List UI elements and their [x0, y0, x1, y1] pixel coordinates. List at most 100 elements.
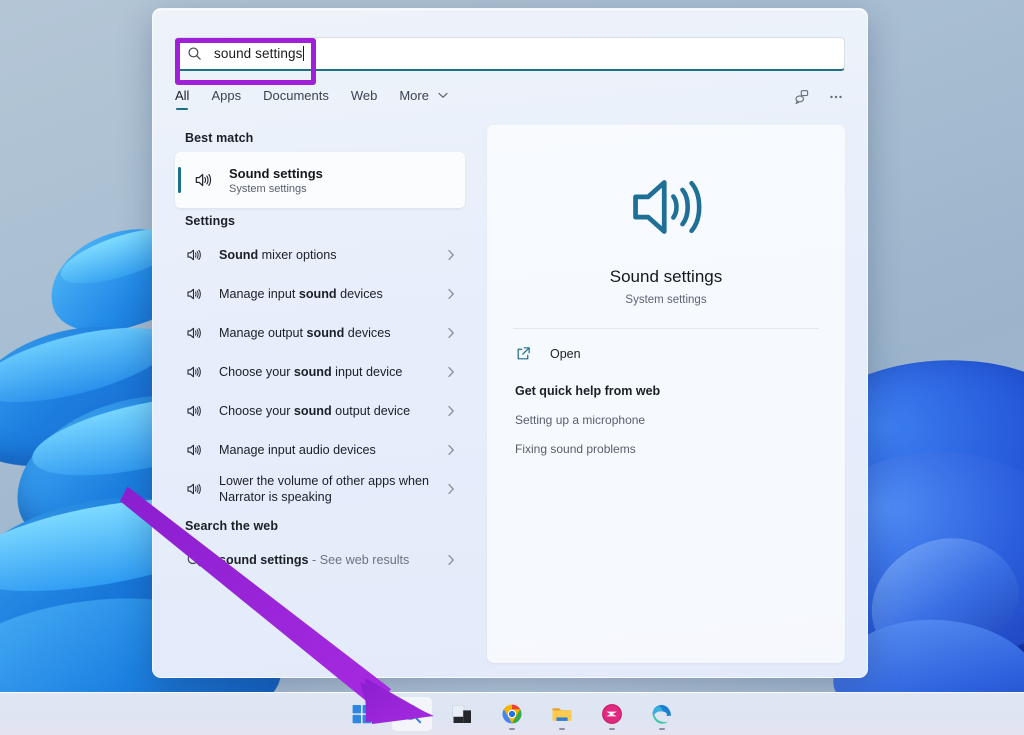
settings-result-label: Manage input sound devices	[219, 286, 445, 302]
search-button[interactable]	[392, 697, 432, 731]
label-suffix: input device	[331, 364, 403, 379]
best-match-result[interactable]: Sound settings System settings	[175, 152, 465, 208]
settings-result-row[interactable]: Choose your sound input device	[175, 352, 465, 391]
settings-result-row[interactable]: Lower the volume of other apps when Narr…	[175, 469, 465, 509]
label-suffix: output device	[331, 403, 411, 418]
windows-logo-icon	[352, 705, 371, 724]
feedback-icon[interactable]	[793, 88, 811, 106]
more-options-icon[interactable]	[827, 88, 845, 106]
settings-result-label: Choose your sound output device	[219, 403, 445, 419]
web-result-row[interactable]: sound settings - See web results	[175, 540, 465, 579]
search-panel-actions	[793, 88, 845, 113]
edge-icon	[652, 705, 671, 724]
settings-result-label: Lower the volume of other apps when Narr…	[219, 473, 445, 505]
settings-result-row[interactable]: Manage input sound devices	[175, 274, 465, 313]
edge-button[interactable]	[642, 697, 682, 731]
taskbar	[0, 692, 1024, 735]
tab-all[interactable]: All	[175, 88, 189, 110]
best-match-text: Sound settings System settings	[229, 166, 323, 195]
settings-result-label: Sound mixer options	[219, 247, 445, 263]
running-indicator	[659, 727, 665, 730]
external-link-icon	[517, 347, 530, 360]
speaker-icon	[195, 173, 212, 187]
tab-all-label: All	[175, 88, 190, 103]
open-label: Open	[550, 346, 581, 361]
speaker-icon	[187, 249, 201, 260]
tab-apps-label: Apps	[211, 88, 242, 103]
running-indicator	[559, 727, 565, 730]
settings-result-label: Choose your sound input device	[219, 364, 445, 380]
label-prefix: Choose your	[219, 364, 294, 379]
chrome-icon	[502, 704, 522, 724]
search-icon	[402, 704, 422, 724]
label-suffix: mixer options	[258, 247, 337, 262]
text-caret	[303, 46, 305, 61]
tab-web[interactable]: Web	[351, 88, 378, 110]
windows-search-panel: sound settings All Apps Documents Web Mo…	[152, 8, 868, 678]
best-match-title: Sound settings	[229, 165, 323, 181]
search-filter-tabs: All Apps Documents Web More	[153, 71, 867, 113]
chevron-right-icon	[448, 554, 454, 565]
settings-result-row[interactable]: Sound mixer options	[175, 235, 465, 274]
chevron-down-icon	[437, 92, 448, 99]
help-link-microphone[interactable]: Setting up a microphone	[513, 398, 819, 427]
search-results-body: Best match Sound settings System setting…	[153, 113, 867, 677]
chrome-button[interactable]	[492, 697, 532, 731]
search-input-value: sound settings	[214, 46, 303, 61]
label-match: sound	[306, 325, 345, 340]
tab-documents[interactable]: Documents	[263, 88, 329, 110]
label-match: sound	[298, 286, 337, 301]
best-match-heading: Best match	[185, 131, 254, 145]
speaker-icon	[633, 180, 702, 234]
task-view-button[interactable]	[442, 697, 482, 731]
open-action[interactable]: Open	[513, 329, 819, 378]
preview-card: Sound settings System settings Open Get …	[487, 125, 845, 663]
settings-results-list: Sound mixer options Manage input sound de…	[175, 235, 465, 509]
task-view-icon	[452, 705, 471, 723]
start-button[interactable]	[342, 697, 382, 731]
tab-apps[interactable]: Apps	[211, 88, 241, 110]
search-input[interactable]: sound settings	[175, 37, 845, 71]
tab-documents-label: Documents	[263, 88, 329, 103]
speaker-icon	[187, 288, 201, 299]
preview-subtitle: System settings	[625, 294, 707, 306]
chevron-right-icon	[448, 366, 454, 377]
label-match: sound	[293, 364, 332, 379]
best-match-subtitle: System settings	[229, 182, 307, 195]
chevron-right-icon	[448, 327, 454, 338]
label-suffix: devices	[336, 286, 383, 301]
chevron-right-icon	[448, 444, 454, 455]
app-pink-button[interactable]	[592, 697, 632, 731]
settings-heading: Settings	[185, 214, 236, 228]
label-suffix: devices	[344, 325, 391, 340]
chevron-right-icon	[448, 405, 454, 416]
settings-result-row[interactable]: Manage output sound devices	[175, 313, 465, 352]
settings-result-label: Manage output sound devices	[219, 325, 445, 341]
search-web-heading: Search the web	[185, 519, 279, 533]
chevron-right-icon	[448, 483, 454, 495]
settings-result-row[interactable]: Manage input audio devices	[175, 430, 465, 469]
help-link-sound-problems[interactable]: Fixing sound problems	[513, 427, 819, 456]
search-box-row: sound settings	[153, 9, 867, 85]
file-explorer-button[interactable]	[542, 697, 582, 731]
web-result-query: sound settings	[219, 552, 309, 567]
label-prefix: Lower the volume of other apps when Narr…	[219, 474, 430, 504]
speaker-icon	[187, 366, 201, 377]
speaker-icon	[187, 405, 201, 416]
preview-column: Sound settings System settings Open Get …	[475, 125, 867, 677]
settings-result-row[interactable]: Choose your sound output device	[175, 391, 465, 430]
running-indicator	[509, 727, 515, 730]
label-prefix: Manage output	[219, 325, 307, 340]
web-result-suffix: - See web results	[308, 552, 410, 567]
label-match: Sound	[219, 247, 259, 262]
label-prefix: Manage input audio devices	[219, 442, 376, 457]
preview-hero: Sound settings System settings	[513, 151, 819, 324]
search-icon	[188, 47, 201, 60]
chevron-right-icon	[448, 249, 454, 260]
speaker-icon	[187, 327, 201, 338]
label-prefix: Choose your	[219, 403, 294, 418]
tab-web-label: Web	[350, 88, 378, 103]
tab-more[interactable]: More	[399, 88, 448, 110]
running-indicator	[609, 727, 615, 730]
tab-more-label: More	[399, 88, 429, 103]
